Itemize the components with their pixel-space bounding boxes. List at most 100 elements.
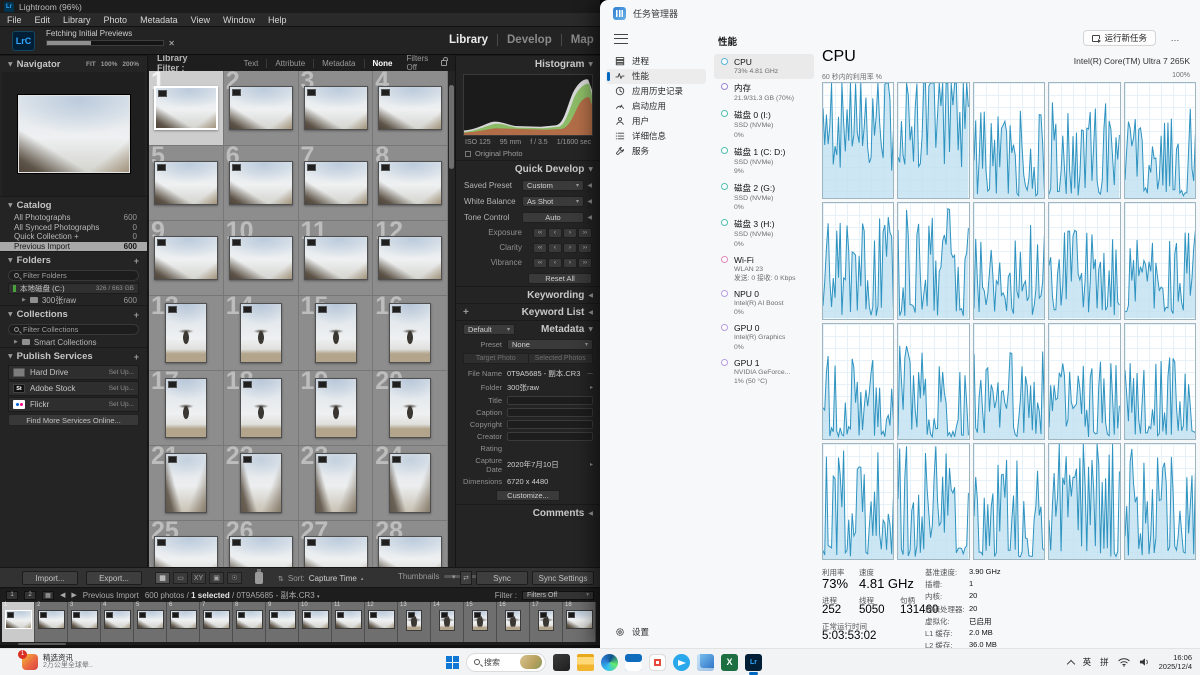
photo-thumbnail[interactable] bbox=[154, 86, 218, 130]
module-develop[interactable]: Develop bbox=[497, 34, 561, 46]
filter-option-none[interactable]: None bbox=[364, 59, 401, 68]
grid-photo-cell[interactable]: 14 bbox=[224, 296, 299, 371]
second-window-button[interactable]: 2 bbox=[24, 591, 36, 600]
grid-scrollbar-thumb[interactable] bbox=[449, 85, 454, 169]
photo-thumbnail[interactable] bbox=[240, 453, 282, 513]
more-options-button[interactable]: … bbox=[1166, 30, 1184, 46]
perf-item-磁盘-2-g-[interactable]: 磁盘 2 (G:)SSD (NVMe)0% bbox=[714, 179, 814, 215]
auto-tone-button[interactable]: Auto bbox=[522, 212, 584, 223]
grid-photo-cell[interactable]: 15 bbox=[299, 296, 374, 371]
menu-view[interactable]: View bbox=[191, 15, 210, 25]
widgets-button[interactable]: 1 精选资讯 2万公里全球晕.. bbox=[22, 653, 93, 670]
navigator-zoom-options[interactable]: FIT 100% 200% bbox=[86, 61, 139, 68]
grid-view-button[interactable]: ▦ bbox=[155, 572, 170, 584]
sort-control[interactable]: ⇅ Sort: Capture Time ▴ bbox=[278, 574, 363, 583]
photo-thumbnail[interactable] bbox=[304, 536, 368, 567]
publish-service-flickr[interactable]: FlickrSet Up... bbox=[8, 397, 139, 412]
taskbar-app-excel[interactable]: X bbox=[721, 654, 738, 671]
photo-thumbnail[interactable] bbox=[154, 161, 218, 205]
cpu-core-graph[interactable] bbox=[897, 82, 969, 199]
cpu-core-graph[interactable] bbox=[1048, 443, 1120, 560]
metadata-input-copyright[interactable] bbox=[507, 420, 593, 429]
taskbar-clock[interactable]: 16:06 2025/12/4 bbox=[1159, 653, 1192, 672]
toolbar-options-dropdown[interactable]: ▾ bbox=[452, 573, 456, 581]
grid-photo-cell[interactable]: 27 bbox=[299, 521, 374, 567]
perf-item-gpu-1[interactable]: GPU 1NVIDIA GeForce...1% (50 °C) bbox=[714, 355, 814, 389]
search-box[interactable]: 搜索 bbox=[466, 653, 546, 672]
cpu-core-graph[interactable] bbox=[897, 443, 969, 560]
cpu-core-graph[interactable] bbox=[1048, 323, 1120, 440]
menu-help[interactable]: Help bbox=[268, 15, 287, 25]
histogram-header[interactable]: Histogram▼ bbox=[456, 55, 600, 72]
grid-photo-cell[interactable]: 20 bbox=[373, 371, 448, 446]
cpu-core-graph[interactable] bbox=[822, 323, 894, 440]
tray-overflow-chevron[interactable] bbox=[1066, 659, 1074, 667]
catalog-item[interactable]: All Synced Photographs0 bbox=[0, 223, 147, 233]
photo-thumbnail[interactable] bbox=[389, 378, 431, 438]
comments-header[interactable]: Comments◀ bbox=[456, 504, 600, 521]
nav-item-performance[interactable]: 性能 bbox=[606, 69, 706, 84]
start-button[interactable] bbox=[446, 656, 459, 669]
photo-thumbnail[interactable] bbox=[154, 236, 218, 280]
cpu-core-graph[interactable] bbox=[822, 82, 894, 199]
taskbar-app-snipping[interactable] bbox=[649, 654, 666, 671]
taskbar-app-telegram[interactable] bbox=[673, 654, 690, 671]
nav-item-settings[interactable]: 设置 bbox=[606, 625, 706, 640]
filmstrip-thumbnail[interactable]: 9 bbox=[266, 602, 299, 642]
photo-thumbnail[interactable] bbox=[378, 236, 442, 280]
keyword-list-header[interactable]: + Keyword List◀ bbox=[456, 303, 600, 320]
photo-thumbnail[interactable] bbox=[304, 236, 368, 280]
module-map[interactable]: Map bbox=[561, 34, 600, 46]
filter-collections-input[interactable]: Filter Collections bbox=[8, 324, 139, 335]
filter-option-attribute[interactable]: Attribute bbox=[266, 59, 313, 68]
grid-photo-cell[interactable]: 8 bbox=[373, 146, 448, 221]
metadata-input-caption[interactable] bbox=[507, 408, 593, 417]
vibrance-steppers[interactable]: ‹‹‹››› bbox=[533, 258, 592, 268]
publish-services-header[interactable]: ▼Publish Services+ bbox=[0, 347, 147, 364]
folder-item[interactable]: ▶ 300张raw 600 bbox=[0, 295, 147, 305]
cpu-core-graph[interactable] bbox=[897, 202, 969, 319]
grid-photo-cell[interactable]: 1 bbox=[149, 71, 224, 146]
filmstrip-thumbnail[interactable]: 8 bbox=[233, 602, 266, 642]
collection-item[interactable]: ▶ Smart Collections bbox=[0, 337, 147, 347]
cpu-core-graph[interactable] bbox=[1124, 443, 1196, 560]
reset-all-button[interactable]: Reset All bbox=[528, 273, 592, 284]
ime-language-indicator[interactable]: 英 bbox=[1083, 656, 1092, 668]
cpu-core-graph[interactable] bbox=[973, 323, 1045, 440]
main-window-button[interactable]: 1 bbox=[6, 591, 18, 600]
menu-window[interactable]: Window bbox=[223, 15, 255, 25]
taskbar-app-app-dark[interactable] bbox=[553, 654, 570, 671]
grid-photo-cell[interactable]: 5 bbox=[149, 146, 224, 221]
perf-item-npu-0[interactable]: NPU 0Intel(R) AI Boost0% bbox=[714, 286, 814, 320]
filmstrip-thumbnail[interactable]: 5 bbox=[134, 602, 167, 642]
photo-thumbnail[interactable] bbox=[229, 536, 293, 567]
filter-option-metadata[interactable]: Metadata bbox=[313, 59, 363, 68]
taskbar-app-edge[interactable] bbox=[601, 654, 618, 671]
grid-photo-cell[interactable]: 12 bbox=[373, 221, 448, 296]
photo-thumbnail[interactable] bbox=[378, 536, 442, 567]
import-button[interactable]: Import... bbox=[22, 571, 78, 585]
cpu-core-graph[interactable] bbox=[1124, 323, 1196, 440]
grid-photo-cell[interactable]: 13 bbox=[149, 296, 224, 371]
collections-header[interactable]: ▼Collections+ bbox=[0, 305, 147, 322]
photo-thumbnail[interactable] bbox=[229, 86, 293, 130]
grid-scrollbar[interactable] bbox=[448, 71, 455, 567]
source-label[interactable]: Previous Import bbox=[83, 591, 139, 600]
menu-file[interactable]: File bbox=[7, 15, 22, 25]
photo-thumbnail[interactable] bbox=[165, 303, 207, 363]
grid-photo-cell[interactable]: 2 bbox=[224, 71, 299, 146]
grid-photo-cell[interactable]: 11 bbox=[299, 221, 374, 296]
compare-view-button[interactable]: XY bbox=[191, 572, 206, 584]
navigator-preview-image[interactable] bbox=[18, 95, 130, 173]
photo-thumbnail[interactable] bbox=[240, 378, 282, 438]
nav-item-processes[interactable]: 进程 bbox=[606, 54, 706, 69]
selection-summary[interactable]: 600 photos / 1 selected / 0T9A5685 - 副本.… bbox=[145, 590, 320, 601]
menu-photo[interactable]: Photo bbox=[104, 15, 128, 25]
perf-item-wi-fi[interactable]: Wi-FiWLAN 23发送: 0 接收: 0 Kbps bbox=[714, 252, 814, 286]
quick-develop-header[interactable]: Quick Develop▼ bbox=[456, 160, 600, 177]
metadata-view-dropdown[interactable]: Default▾ bbox=[463, 324, 515, 335]
volume-icon[interactable] bbox=[1139, 657, 1150, 667]
cpu-core-graph[interactable] bbox=[973, 202, 1045, 319]
filmstrip-thumbnail[interactable]: 10 bbox=[299, 602, 332, 642]
grid-photo-cell[interactable]: 18 bbox=[224, 371, 299, 446]
